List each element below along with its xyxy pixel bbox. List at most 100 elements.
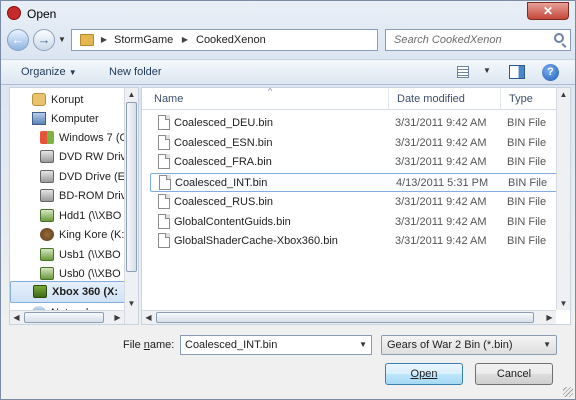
file-name-label: File name: xyxy=(123,339,174,351)
file-type: BIN File xyxy=(508,177,548,190)
breadcrumb-separator-icon[interactable]: ▶ xyxy=(98,30,110,50)
breadcrumb-separator-icon[interactable]: ▶ xyxy=(179,30,191,50)
sidebar-item-label: King Kore (K: xyxy=(59,229,125,241)
file-row[interactable]: Coalesced_FRA.bin 3/31/2011 9:42 AM BIN Fi… xyxy=(150,153,560,172)
forward-button[interactable]: → xyxy=(33,29,55,51)
file-row[interactable]: Coalesced_RUS.bin 3/31/2011 9:42 AM BIN Fi… xyxy=(150,193,560,212)
file-date: 3/31/2011 9:42 AM xyxy=(395,156,487,169)
file-row[interactable]: Coalesced_DEU.bin 3/31/2011 9:42 AM BIN Fi… xyxy=(150,114,560,133)
scroll-down-icon[interactable]: ▼ xyxy=(559,299,568,308)
preview-pane-icon[interactable] xyxy=(509,65,525,79)
search-input[interactable]: Search CookedXenon xyxy=(385,29,571,51)
file-name-input[interactable]: Coalesced_INT.bin ▼ xyxy=(180,335,372,355)
file-name: GlobalShaderCache-Xbox360.bin xyxy=(174,235,338,248)
file-icon xyxy=(158,154,170,170)
recent-locations-dropdown[interactable]: ▼ xyxy=(58,35,66,44)
sidebar-item-label: DVD Drive (E xyxy=(59,171,126,183)
scroll-thumb[interactable] xyxy=(156,312,534,323)
file-type: BIN File xyxy=(507,215,547,228)
scroll-thumb[interactable] xyxy=(126,102,137,272)
file-icon xyxy=(158,213,170,229)
sidebar-item[interactable]: BD-ROM Driv xyxy=(10,186,128,208)
scroll-right-icon[interactable]: ▶ xyxy=(545,313,554,322)
organize-label: Organize xyxy=(21,66,66,78)
sidebar-item-label: Usb1 (\\XBO xyxy=(59,249,121,261)
file-row[interactable]: Coalesced_ESN.bin 3/31/2011 9:42 AM BIN Fi… xyxy=(150,134,560,153)
file-date: 3/31/2011 9:42 AM xyxy=(395,215,487,228)
chevron-down-icon[interactable]: ▼ xyxy=(359,336,367,354)
file-type: BIN File xyxy=(507,136,547,149)
file-date: 4/13/2011 5:31 PM xyxy=(396,177,489,190)
file-icon xyxy=(158,233,170,249)
scroll-down-icon[interactable]: ▼ xyxy=(127,299,136,308)
close-button[interactable]: ✕ xyxy=(527,2,569,20)
resize-grip[interactable] xyxy=(563,387,573,397)
file-name: Coalesced_DEU.bin xyxy=(174,117,274,129)
scroll-up-icon[interactable]: ▲ xyxy=(127,90,136,99)
file-type-value: Gears of War 2 Bin (*.bin) xyxy=(387,339,513,351)
open-label: Open xyxy=(410,368,438,380)
sidebar-item-label: Xbox 360 (X: xyxy=(52,286,119,298)
command-bar: Organize ▼ New folder ▼ ? xyxy=(1,59,575,85)
file-row[interactable]: GlobalContentGuids.bin 3/31/2011 9:42 AM B… xyxy=(150,213,560,232)
file-type: BIN File xyxy=(507,117,547,129)
open-button[interactable]: Open xyxy=(385,363,463,385)
file-list-pane: ^ Name Date modified Type Coalesced_DEU.… xyxy=(141,87,571,325)
file-name-value: Coalesced_INT.bin xyxy=(185,339,278,351)
file-row[interactable]: GlobalShaderCache-Xbox360.bin 3/31/2011 9… xyxy=(150,232,560,251)
scroll-left-icon[interactable]: ◀ xyxy=(12,313,21,322)
sidebar-item[interactable]: King Kore (K: xyxy=(10,225,128,247)
dialog-footer: File name: Coalesced_INT.bin ▼ Gears of … xyxy=(1,327,575,399)
navigation-vertical-scrollbar[interactable]: ▲ ▼ xyxy=(124,88,138,324)
file-icon xyxy=(158,115,170,130)
sidebar-item-label: Hdd1 (\\XBO xyxy=(59,210,122,222)
file-list-vertical-scrollbar[interactable]: ▲ ▼ xyxy=(556,88,570,310)
network-drive-icon xyxy=(40,248,54,261)
file-date: 3/31/2011 9:42 AM xyxy=(395,136,487,149)
scroll-thumb[interactable] xyxy=(24,312,104,323)
sidebar-item[interactable]: DVD RW Driv xyxy=(10,147,128,169)
column-type[interactable]: Type xyxy=(500,88,560,110)
file-list-horizontal-scrollbar[interactable]: ◀ ▶ xyxy=(142,310,556,324)
file-icon xyxy=(158,134,170,150)
scroll-right-icon[interactable]: ▶ xyxy=(113,313,122,322)
new-folder-button[interactable]: New folder xyxy=(109,66,162,78)
app-icon xyxy=(7,6,21,20)
sidebar-item-label: BD-ROM Driv xyxy=(59,190,127,202)
column-header-row: ^ Name Date modified Type xyxy=(142,88,570,110)
change-view-icon[interactable] xyxy=(457,66,469,78)
search-icon[interactable] xyxy=(554,33,564,43)
folder-icon xyxy=(80,34,94,46)
address-bar[interactable]: ▶ StormGame ▶ CookedXenon xyxy=(71,29,378,51)
help-icon[interactable]: ? xyxy=(542,64,559,81)
file-name: Coalesced_INT.bin xyxy=(175,177,268,190)
breadcrumb-stormgame[interactable]: StormGame xyxy=(114,33,173,47)
view-options-dropdown[interactable]: ▼ xyxy=(483,66,491,75)
file-date: 3/31/2011 9:42 AM xyxy=(395,195,487,208)
column-date-modified[interactable]: Date modified xyxy=(388,88,500,110)
king-kore-drive-icon xyxy=(40,228,54,241)
breadcrumb-cookedxenon[interactable]: CookedXenon xyxy=(196,33,266,47)
open-dialog: Open ✕ ← → ▼ ▶ StormGame ▶ CookedXenon S… xyxy=(0,0,576,400)
file-name: Coalesced_ESN.bin xyxy=(174,136,273,149)
back-button[interactable]: ← xyxy=(7,29,29,51)
file-type: BIN File xyxy=(507,195,547,208)
title-bar: Open ✕ xyxy=(1,1,575,27)
scroll-left-icon[interactable]: ◀ xyxy=(144,313,153,322)
network-drive-icon xyxy=(40,267,54,280)
navigation-horizontal-scrollbar[interactable]: ◀ ▶ xyxy=(10,310,124,324)
file-row[interactable]: Coalesced_INT.bin 4/13/2011 5:31 PM BIN Fi… xyxy=(150,173,560,193)
sidebar-item[interactable]: Xbox 360 (X: xyxy=(10,281,128,303)
scroll-up-icon[interactable]: ▲ xyxy=(559,90,568,99)
cancel-button[interactable]: Cancel xyxy=(475,363,553,385)
sidebar-item-label: Windows 7 (C xyxy=(59,132,128,144)
bd-drive-icon xyxy=(40,189,54,202)
sidebar-item-label: Komputer xyxy=(51,113,99,125)
file-type-select[interactable]: Gears of War 2 Bin (*.bin) ▼ xyxy=(381,335,557,355)
sidebar-item-label: DVD RW Driv xyxy=(59,151,127,163)
navigation-pane: Korupt Komputer Windows 7 (C DVD RW Driv DVD… xyxy=(9,87,139,325)
file-icon xyxy=(159,175,171,191)
column-name[interactable]: Name xyxy=(146,88,386,110)
organize-menu[interactable]: Organize ▼ xyxy=(21,66,77,78)
xbox-drive-icon xyxy=(33,285,47,298)
